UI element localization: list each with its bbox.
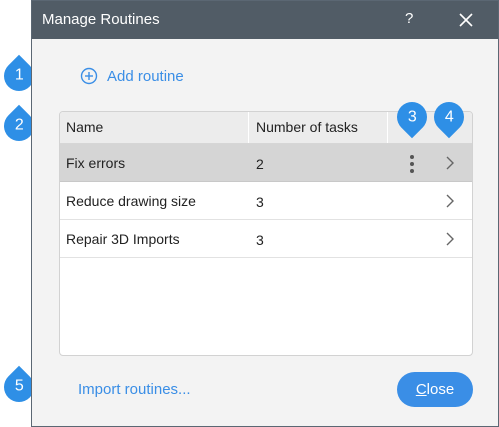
routine-name: Repair 3D Imports (66, 231, 180, 247)
dialog-title: Manage Routines (42, 11, 160, 28)
close-button[interactable]: Close (397, 372, 473, 407)
task-count: 3 (256, 194, 264, 210)
import-routines-link[interactable]: Import routines... (78, 381, 191, 398)
table-row[interactable]: Fix errors 2 (60, 144, 472, 182)
add-routine-label: Add routine (107, 67, 184, 85)
routine-name: Fix errors (66, 155, 126, 171)
close-label-rest: lose (426, 381, 455, 398)
column-header-name[interactable]: Name (66, 112, 103, 143)
column-header-count[interactable]: Number of tasks (256, 112, 358, 143)
routine-name: Reduce drawing size (66, 193, 196, 209)
close-mnemonic: C (415, 381, 427, 398)
add-circle-icon (80, 67, 98, 85)
title-bar: Manage Routines ? (32, 1, 498, 39)
routines-table: Name Number of tasks Fix errors 2 Reduce… (59, 111, 473, 356)
chevron-right-icon[interactable] (444, 155, 456, 171)
column-divider (248, 112, 249, 143)
task-count: 2 (256, 156, 264, 172)
close-icon[interactable] (455, 9, 477, 31)
table-row[interactable]: Reduce drawing size 3 (60, 182, 472, 220)
chevron-right-icon[interactable] (444, 231, 456, 247)
manage-routines-dialog: Manage Routines ? Add routine Name Numbe… (31, 0, 499, 427)
help-button[interactable]: ? (405, 10, 413, 27)
add-routine-button[interactable]: Add routine (80, 67, 184, 85)
chevron-right-icon[interactable] (444, 193, 456, 209)
more-vertical-icon[interactable] (409, 154, 415, 174)
table-row[interactable]: Repair 3D Imports 3 (60, 220, 472, 258)
task-count: 3 (256, 232, 264, 248)
column-divider (387, 112, 388, 143)
